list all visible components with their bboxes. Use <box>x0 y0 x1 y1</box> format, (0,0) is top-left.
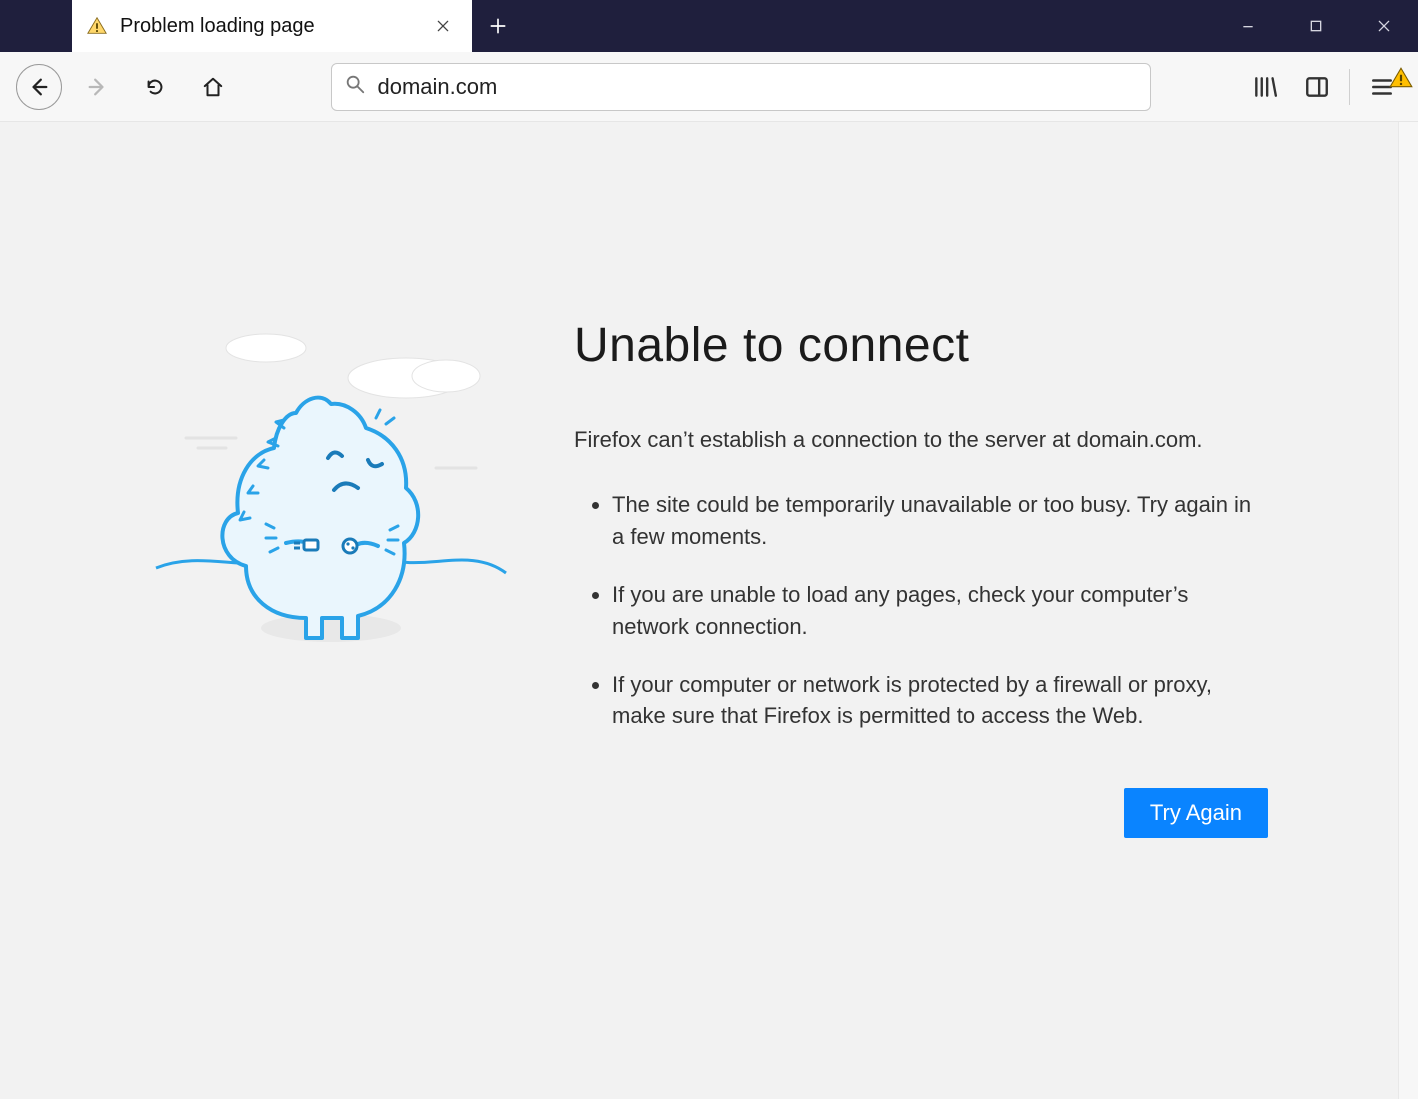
error-actions: Try Again <box>574 788 1268 838</box>
tab-bar: Problem loading page <box>0 0 1418 52</box>
back-button[interactable] <box>16 64 62 110</box>
tab-title: Problem loading page <box>120 15 418 38</box>
window-maximize-button[interactable] <box>1282 0 1350 52</box>
sidebar-button[interactable] <box>1297 67 1337 107</box>
vertical-scrollbar[interactable] <box>1398 122 1418 1099</box>
app-menu-button[interactable] <box>1362 67 1402 107</box>
error-title: Unable to connect <box>574 318 1268 373</box>
forward-button[interactable] <box>74 64 120 110</box>
url-input[interactable] <box>378 74 1138 100</box>
tabbar-left-gap <box>0 0 72 52</box>
error-illustration <box>146 318 516 698</box>
tab-close-button[interactable] <box>430 13 456 39</box>
window-close-button[interactable] <box>1350 0 1418 52</box>
search-icon <box>344 73 366 100</box>
navigation-toolbar <box>0 52 1418 122</box>
try-again-button[interactable]: Try Again <box>1124 788 1268 838</box>
error-content: Unable to connect Firefox can’t establis… <box>146 318 1268 838</box>
error-reason-item: The site could be temporarily unavailabl… <box>612 489 1268 553</box>
window-minimize-button[interactable] <box>1214 0 1282 52</box>
nav-right-group <box>1245 67 1408 107</box>
reload-button[interactable] <box>132 64 178 110</box>
tabbar-spacer <box>524 0 1214 52</box>
page-content: Unable to connect Firefox can’t establis… <box>0 122 1418 1099</box>
nav-left-group <box>10 64 236 110</box>
url-bar[interactable] <box>331 63 1151 111</box>
error-reason-item: If you are unable to load any pages, che… <box>612 579 1268 643</box>
menu-warning-badge-icon <box>1388 65 1404 81</box>
urlbar-container <box>246 63 1235 111</box>
home-button[interactable] <box>190 64 236 110</box>
error-text-column: Unable to connect Firefox can’t establis… <box>574 318 1268 838</box>
warning-icon <box>86 15 108 37</box>
error-reasons-list: The site could be temporarily unavailabl… <box>574 489 1268 732</box>
new-tab-button[interactable] <box>472 0 524 52</box>
library-button[interactable] <box>1245 67 1285 107</box>
error-subtitle: Firefox can’t establish a connection to … <box>574 427 1268 453</box>
browser-tab-active[interactable]: Problem loading page <box>72 0 472 52</box>
separator <box>1349 69 1350 105</box>
window-controls <box>1214 0 1418 52</box>
error-reason-item: If your computer or network is protected… <box>612 669 1268 733</box>
